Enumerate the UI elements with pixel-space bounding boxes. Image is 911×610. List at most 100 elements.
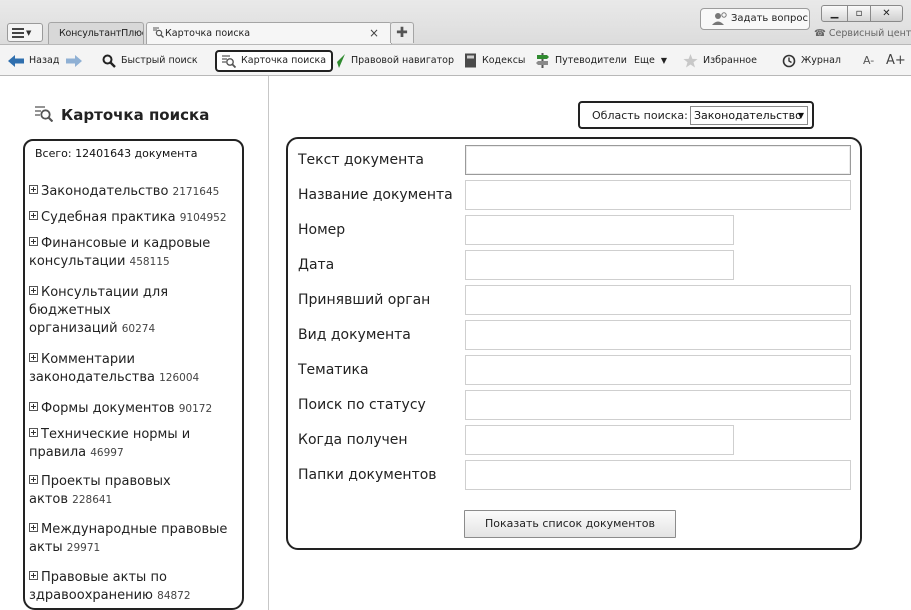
arrow-left-icon [8, 54, 24, 67]
guides-label: Путеводители [555, 55, 627, 66]
ask-question-button[interactable]: Задать вопрос [700, 8, 810, 30]
document-title-field[interactable] [465, 180, 851, 210]
panel-divider[interactable] [268, 76, 269, 610]
category-name: консультации [29, 254, 126, 269]
category-name: Судебная практика [41, 210, 176, 225]
main-menu-button[interactable]: ▼ [7, 23, 43, 42]
toolbar: Назад Быстрый поиск Карточка поиска Прав… [0, 44, 911, 76]
tab-consultant-plus[interactable]: КонсультантПлюс [48, 22, 144, 44]
category-name: Консультации для [41, 285, 169, 300]
expand-plus-icon[interactable] [29, 211, 38, 220]
category-name: Правовые акты по [41, 570, 167, 585]
navigator-compass-icon [331, 53, 345, 68]
phone-icon: ☎ [814, 28, 826, 39]
category-court-practice[interactable]: Судебная практика 9104952 [29, 209, 239, 227]
category-count: 228641 [72, 494, 113, 506]
maximize-button[interactable]: ▫ [847, 5, 871, 22]
category-international-acts[interactable]: Международные правовые акты 29971 [29, 521, 239, 557]
category-count: 2171645 [172, 186, 220, 198]
expand-plus-icon[interactable] [29, 475, 38, 484]
search-area-dropdown[interactable]: Законодательство ▼ [690, 106, 808, 125]
category-name: Финансовые и кадровые [41, 236, 211, 251]
search-card-button[interactable]: Карточка поиска [215, 50, 334, 72]
category-legislation-comments[interactable]: Комментарии законодательства 126004 [29, 351, 239, 387]
issuing-body-field[interactable] [465, 285, 851, 315]
forward-button[interactable] [66, 51, 87, 71]
label-issuing-body: Принявший орган [298, 292, 431, 308]
category-count: 60274 [121, 323, 156, 335]
minimize-button[interactable]: ▁ [821, 5, 848, 22]
category-draft-acts[interactable]: Проекты правовых актов 228641 [29, 473, 239, 509]
close-tab-icon[interactable]: × [369, 23, 379, 44]
quick-search-label: Быстрый поиск [121, 55, 198, 66]
search-icon [102, 54, 116, 68]
label-document-folders: Папки документов [298, 467, 437, 483]
codes-button[interactable]: Кодексы [464, 51, 525, 71]
number-field[interactable] [465, 215, 734, 245]
guides-button[interactable]: Путеводители [535, 51, 627, 71]
label-document-type: Вид документа [298, 327, 411, 343]
category-technical-norms[interactable]: Технические нормы и правила 46997 [29, 426, 239, 462]
expand-plus-icon[interactable] [29, 286, 38, 295]
search-area-value: Законодательство [694, 109, 802, 122]
label-number: Номер [298, 222, 346, 238]
category-healthcare-acts[interactable]: Правовые акты по здравоохранению 84872 [29, 569, 239, 605]
ask-question-label: Задать вопрос [731, 13, 808, 24]
category-count: 46997 [90, 447, 124, 459]
close-icon: ✕ [882, 8, 891, 19]
label-status-search: Поиск по статусу [298, 397, 426, 413]
show-documents-button[interactable]: Показать список документов [464, 510, 676, 538]
sidebar-title: Карточка поиска [35, 104, 209, 124]
star-icon [683, 53, 698, 67]
signpost-icon [536, 53, 549, 68]
font-larger-button[interactable]: A+ [886, 51, 906, 71]
arrow-right-icon [66, 54, 82, 67]
topic-field[interactable] [465, 355, 851, 385]
tab-search-card[interactable]: Карточка поиска × [146, 22, 392, 44]
status-search-field[interactable] [465, 390, 851, 420]
label-topic: Тематика [298, 362, 369, 378]
date-field[interactable] [465, 250, 734, 280]
expand-plus-icon[interactable] [29, 185, 38, 194]
category-name: акты [29, 540, 63, 555]
category-budget-consultations[interactable]: Консультации для бюджетных организаций 6… [29, 284, 239, 338]
category-document-forms[interactable]: Формы документов 90172 [29, 400, 239, 418]
expand-plus-icon[interactable] [29, 237, 38, 246]
service-center-link[interactable]: ☎ Сервисный центр [814, 28, 911, 39]
back-button[interactable]: Назад [8, 51, 59, 71]
category-count: 126004 [159, 372, 200, 384]
received-when-field[interactable] [465, 425, 734, 455]
document-text-field[interactable] [465, 145, 851, 175]
category-name: актов [29, 492, 69, 507]
label-date: Дата [298, 257, 335, 273]
expand-plus-icon[interactable] [29, 428, 38, 437]
favorites-button[interactable]: Избранное [683, 51, 757, 71]
category-name: Комментарии [41, 352, 135, 367]
expand-plus-icon[interactable] [29, 523, 38, 532]
more-menu-button[interactable]: Еще ▼ [634, 51, 667, 71]
sidebar-title-text: Карточка поиска [61, 106, 210, 124]
close-window-button[interactable]: ✕ [870, 5, 903, 22]
expand-plus-icon[interactable] [29, 402, 38, 411]
category-name: правила [29, 445, 87, 460]
search-area-label: Область поиска: [592, 109, 688, 122]
expand-plus-icon[interactable] [29, 353, 38, 362]
document-folders-field[interactable] [465, 460, 851, 490]
journal-button[interactable]: Журнал [782, 51, 841, 71]
document-type-field[interactable] [465, 320, 851, 350]
legal-navigator-button[interactable]: Правовой навигатор [330, 51, 454, 71]
search-card-icon [35, 106, 54, 123]
chevron-down-icon: ▼ [660, 56, 667, 65]
expand-plus-icon[interactable] [29, 571, 38, 580]
quick-search-button[interactable]: Быстрый поиск [102, 51, 198, 71]
total-documents: Всего: 12401643 документа [35, 147, 198, 160]
category-name: бюджетных [29, 303, 111, 318]
category-count: 84872 [157, 590, 191, 602]
label-document-text: Текст документа [298, 152, 424, 168]
category-legislation[interactable]: Законодательство 2171645 [29, 183, 239, 201]
new-tab-button[interactable]: ✚ [390, 22, 414, 43]
title-bar: ▼ КонсультантПлюс Карточка поиска × ✚ За… [0, 0, 911, 44]
category-finance-hr[interactable]: Финансовые и кадровые консультации 45811… [29, 235, 239, 271]
font-smaller-button[interactable]: A- [863, 51, 874, 71]
consultant-person-icon [712, 12, 727, 25]
